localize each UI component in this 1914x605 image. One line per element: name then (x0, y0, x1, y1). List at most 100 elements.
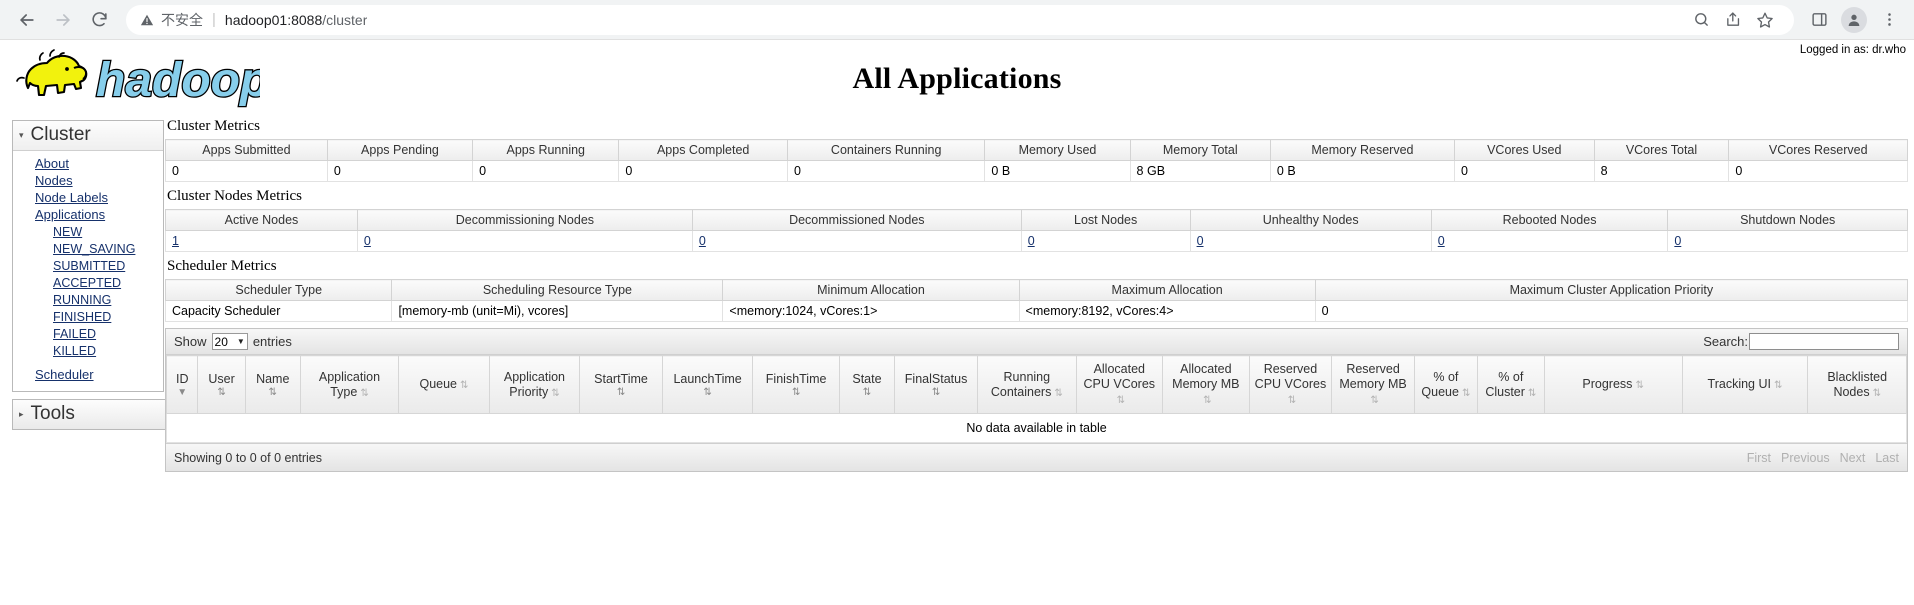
sidebar-item-submitted[interactable]: SUBMITTED (13, 258, 163, 275)
sidebar-item-about[interactable]: About (13, 156, 163, 173)
val-decommissioned-nodes: 0 (691, 230, 1022, 252)
link-shutdown-nodes[interactable]: 0 (1674, 234, 1681, 248)
url-host: hadoop01:8088 (224, 11, 323, 28)
sidebar-link-submitted[interactable]: SUBMITTED (53, 259, 125, 273)
col-launchtime[interactable]: LaunchTime ⇅ (661, 355, 754, 414)
sort-both-icon: ⇅ (931, 386, 941, 398)
table-header-row: ID ▼ User ⇅ Name ⇅ Application Type ⇅ Queue ⇅… (165, 355, 1907, 414)
col-reserved-cpu-vcores[interactable]: Reserved CPU VCores⇅ (1248, 355, 1333, 414)
back-button[interactable] (10, 3, 44, 37)
col-apps-completed: Apps Completed (618, 139, 788, 161)
arrow-right-icon (56, 13, 70, 26)
sidebar-link-node-labels[interactable]: Node Labels (35, 190, 108, 205)
cluster-section-label: Cluster (30, 124, 91, 145)
logged-in-label: Logged in as: dr.who (1799, 44, 1906, 56)
col-application-type[interactable]: Application Type ⇅ (299, 355, 400, 414)
col-application-priority[interactable]: Application Priority ⇅ (488, 355, 581, 414)
sidebar-item-new[interactable]: NEW (13, 224, 163, 241)
sidebar-link-killed[interactable]: KILLED (53, 344, 96, 358)
page-length-value: 20 (214, 334, 228, 349)
col-blacklisted-nodes[interactable]: Blacklisted Nodes ⇅ (1807, 355, 1907, 414)
col-state[interactable]: State ⇅ (838, 355, 896, 414)
sidebar-item-node-labels[interactable]: Node Labels (13, 190, 163, 207)
profile-avatar-icon[interactable] (1841, 6, 1867, 33)
sidebar-link-new[interactable]: NEW (53, 225, 82, 239)
col-allocated-cpu-vcores[interactable]: Allocated CPU VCores⇅ (1075, 355, 1164, 414)
sidebar-item-finished[interactable]: FINISHED (13, 309, 163, 326)
cluster-nodes-metrics-title: Cluster Nodes Metrics (167, 188, 302, 204)
val-containers-running: 0 (786, 160, 986, 182)
sidebar-item-killed[interactable]: KILLED (13, 343, 163, 360)
sidebar-link-applications[interactable]: Applications (35, 207, 105, 222)
link-lost-nodes[interactable]: 0 (1028, 234, 1035, 248)
sidebar-item-running[interactable]: RUNNING (13, 292, 163, 309)
sidebar-link-failed[interactable]: FAILED (53, 327, 96, 341)
cluster-metrics-table: Apps Submitted Apps Pending Apps Running… (165, 139, 1908, 182)
reload-button[interactable] (82, 3, 116, 37)
tools-section-header[interactable]: ▸ Tools (12, 399, 170, 430)
col-finishtime[interactable]: FinishTime ⇅ (752, 355, 840, 414)
col-reserved-memory-mb[interactable]: Reserved Memory MB⇅ (1331, 355, 1415, 414)
sidebar-link-new-saving[interactable]: NEW_SAVING (53, 242, 135, 256)
sidebar-item-failed[interactable]: FAILED (13, 326, 163, 343)
toolbar-right-actions (1804, 5, 1904, 35)
col-tracking-ui[interactable]: Tracking UI ⇅ (1681, 355, 1809, 414)
col-containers-running: Containers Running (786, 139, 986, 161)
sidebar-item-applications[interactable]: Applications (13, 207, 163, 224)
search-icon[interactable] (1686, 5, 1716, 35)
sidebar-item-nodes[interactable]: Nodes (13, 173, 163, 190)
link-active-nodes[interactable]: 1 (172, 234, 179, 248)
scheduler-metrics-title: Scheduler Metrics (167, 258, 277, 274)
col-finalstatus[interactable]: FinalStatus ⇅ (894, 355, 979, 414)
link-rebooted-nodes[interactable]: 0 (1438, 234, 1445, 248)
col-percent-of-queue[interactable]: % of Queue ⇅ (1413, 355, 1478, 414)
col-percent-of-cluster[interactable]: % of Cluster ⇅ (1476, 355, 1545, 414)
pagination-first[interactable]: First (1747, 451, 1771, 465)
three-dot-menu-icon[interactable] (1874, 5, 1904, 35)
scheduler-metrics-table: Scheduler Type Scheduling Resource Type … (164, 279, 1909, 322)
cluster-section-header[interactable]: ▾ Cluster (13, 121, 163, 151)
col-starttime[interactable]: StartTime ⇅ (579, 355, 663, 414)
sidebar-link-scheduler[interactable]: Scheduler (35, 367, 94, 382)
reload-icon (91, 12, 107, 27)
pagination-previous[interactable]: Previous (1781, 451, 1830, 465)
val-maximum-allocation: <memory:8192, vCores:4> (1018, 300, 1316, 322)
col-queue[interactable]: Queue ⇅ (398, 355, 490, 414)
address-bar[interactable]: 不安全 | hadoop01:8088/cluster (126, 4, 1794, 35)
sidebar-link-finished[interactable]: FINISHED (53, 310, 111, 324)
col-vcores-reserved: VCores Reserved (1728, 139, 1908, 161)
forward-button[interactable] (46, 3, 80, 37)
sidebar-link-about[interactable]: About (35, 156, 69, 171)
applications-table: ID ▼ User ⇅ Name ⇅ Application Type ⇅ Queue ⇅… (165, 355, 1907, 443)
pagination-last[interactable]: Last (1875, 451, 1899, 465)
share-icon[interactable] (1718, 5, 1748, 35)
val-max-cluster-app-priority: 0 (1314, 300, 1909, 322)
pagination-next[interactable]: Next (1840, 451, 1866, 465)
sidebar-link-nodes[interactable]: Nodes (35, 173, 73, 188)
page-length-select[interactable]: 20 ▼ (211, 333, 248, 350)
col-id[interactable]: ID ▼ (165, 355, 199, 414)
search-input[interactable] (1749, 333, 1899, 350)
link-decommissioned-nodes[interactable]: 0 (699, 234, 706, 248)
hadoop-logo[interactable]: hadoop (10, 44, 271, 112)
col-running-containers[interactable]: Running Containers ⇅ (977, 355, 1077, 414)
col-allocated-memory-mb[interactable]: Allocated Memory MB⇅ (1162, 355, 1250, 414)
sidebar-link-accepted[interactable]: ACCEPTED (53, 276, 121, 290)
col-minimum-allocation: Minimum Allocation (722, 279, 1020, 301)
sidebar-link-running[interactable]: RUNNING (53, 293, 111, 307)
url-path: /cluster (322, 11, 368, 28)
col-user[interactable]: User ⇅ (197, 355, 246, 414)
link-decommissioning-nodes[interactable]: 0 (364, 234, 371, 248)
link-unhealthy-nodes[interactable]: 0 (1197, 234, 1204, 248)
sort-desc-icon: ▼ (177, 386, 188, 398)
table-header-row: Scheduler Type Scheduling Resource Type … (164, 279, 1909, 301)
col-name[interactable]: Name ⇅ (244, 355, 301, 414)
sidebar: ▾ Cluster About Nodes Node Labels Applic… (0, 116, 170, 430)
sidebar-item-new-saving[interactable]: NEW_SAVING (13, 241, 163, 258)
sidebar-item-accepted[interactable]: ACCEPTED (13, 275, 163, 292)
star-icon[interactable] (1750, 5, 1780, 35)
val-vcores-reserved: 0 (1728, 160, 1908, 182)
col-progress[interactable]: Progress ⇅ (1543, 355, 1683, 414)
side-panel-icon[interactable] (1804, 5, 1834, 35)
sidebar-item-scheduler[interactable]: Scheduler (13, 360, 163, 384)
